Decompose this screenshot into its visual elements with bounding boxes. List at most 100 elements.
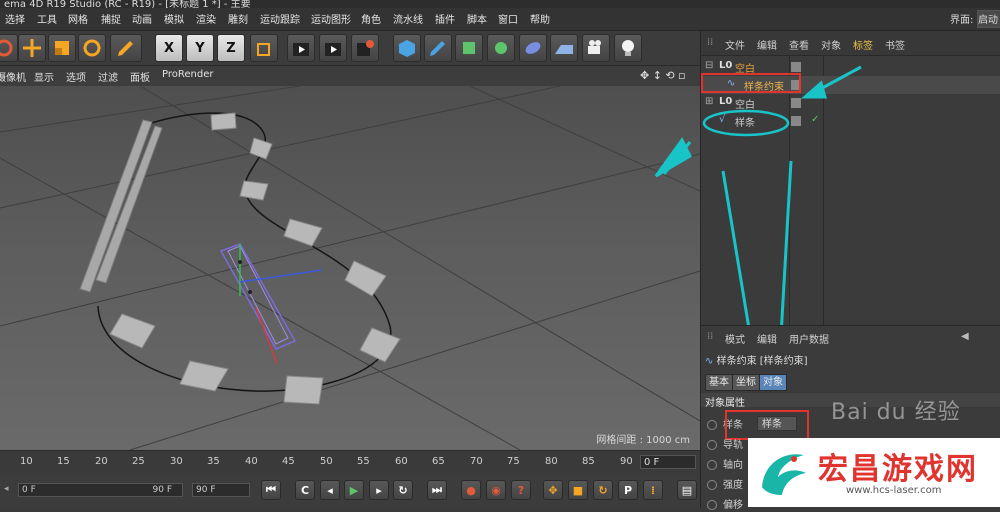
visibility-toggle-icon[interactable] (791, 98, 801, 108)
range-left-arrow-icon[interactable]: ◂ (4, 483, 12, 497)
timeline-tick: 90 (620, 456, 633, 467)
menu-window[interactable]: 窗口 (498, 11, 518, 26)
highlight-box (701, 73, 801, 93)
autokey-button[interactable]: ◉ (486, 480, 506, 500)
current-frame-field[interactable]: 0 F (640, 455, 696, 469)
viewport-menu-panel[interactable]: 面板 (130, 69, 150, 84)
menu-snap[interactable]: 捕捉 (101, 11, 121, 26)
cube-button[interactable] (393, 34, 421, 62)
previous-frame-button[interactable]: ◂ (320, 480, 340, 500)
object-name[interactable]: 样条 (735, 114, 755, 129)
record-keys-button[interactable]: ● (461, 480, 481, 500)
layout-select[interactable]: 启动 (977, 10, 1000, 28)
next-frame-button[interactable]: ▸ (369, 480, 389, 500)
animate-radio[interactable] (707, 440, 717, 450)
viewport-navigation-icons[interactable]: ✥ ↕ ⟲ ▫ (640, 69, 686, 82)
object-row-spline[interactable]: √ 样条 ✓ (701, 112, 1000, 130)
go-to-end-button[interactable]: ⏭ (427, 480, 447, 500)
next-key-button[interactable]: ↻ (393, 480, 413, 500)
am-menu-mode[interactable]: 模式 (725, 331, 745, 346)
menu-script[interactable]: 脚本 (467, 11, 487, 26)
menu-pipeline[interactable]: 流水线 (393, 11, 423, 26)
viewport-menu-options[interactable]: 选项 (66, 69, 86, 84)
3d-viewport[interactable]: 网格间距 : 1000 cm (0, 86, 700, 450)
record-scale-button[interactable]: ■ (568, 480, 588, 500)
record-parameter-button[interactable]: P (618, 480, 638, 500)
animate-radio[interactable] (707, 480, 717, 490)
scale-button[interactable] (48, 34, 76, 62)
record-position-button[interactable]: ✥ (543, 480, 563, 500)
om-menu-file[interactable]: 文件 (725, 37, 745, 52)
move-button[interactable] (18, 34, 46, 62)
menu-select[interactable]: 选择 (5, 11, 25, 26)
om-menu-tags[interactable]: 标签 (853, 37, 873, 52)
recent-tool-button[interactable] (110, 34, 142, 62)
render-picture-viewer-button[interactable] (319, 34, 347, 62)
timeline-tick: 55 (357, 456, 370, 467)
om-menu-objects[interactable]: 对象 (821, 37, 841, 52)
rotate-button[interactable] (78, 34, 106, 62)
record-rotation-button[interactable]: ↻ (593, 480, 613, 500)
timeline-tick: 75 (507, 456, 520, 467)
menu-plugins[interactable]: 插件 (435, 11, 455, 26)
timeline-ruler[interactable]: 10 15 20 25 30 35 40 45 50 55 60 65 70 7… (0, 450, 700, 473)
camera-button[interactable] (582, 34, 610, 62)
visibility-toggle-icon[interactable] (791, 62, 801, 72)
pen-spline-button[interactable] (424, 34, 452, 62)
subdivision-button[interactable] (455, 34, 483, 62)
check-icon[interactable]: ✓ (811, 114, 819, 125)
menu-help[interactable]: 帮助 (530, 11, 550, 26)
viewport-menu-filter[interactable]: 过滤 (98, 69, 118, 84)
subtab-coord[interactable]: 坐标 (732, 374, 760, 391)
menu-animate[interactable]: 动画 (132, 11, 152, 26)
animate-radio[interactable] (707, 500, 717, 510)
render-settings-button[interactable] (351, 34, 379, 62)
live-select-button[interactable] (0, 34, 18, 62)
timeline-window-button[interactable]: ▤ (677, 480, 697, 500)
viewport-menu-camera[interactable]: 摄像机 (0, 69, 26, 84)
keyframe-selection-button[interactable]: ? (511, 480, 531, 500)
menu-sculpt[interactable]: 雕刻 (228, 11, 248, 26)
menu-mograph[interactable]: 运动图形 (311, 11, 351, 26)
prop-label: 偏移 (723, 500, 743, 511)
light-button[interactable] (614, 34, 642, 62)
render-view-button[interactable] (287, 34, 315, 62)
subtab-object[interactable]: 对象 (759, 374, 787, 391)
floor-button[interactable] (550, 34, 578, 62)
cloner-button[interactable] (487, 34, 515, 62)
om-menu-bookmarks[interactable]: 书签 (885, 37, 905, 52)
x-axis-button[interactable]: X (155, 34, 183, 62)
viewport-menu-prorender[interactable]: ProRender (162, 69, 213, 80)
menu-motion-tracker[interactable]: 运动跟踪 (260, 11, 300, 26)
record-point-level-button[interactable]: ⁞ (643, 480, 663, 500)
am-menu-edit[interactable]: 编辑 (757, 331, 777, 346)
animate-radio[interactable] (707, 420, 717, 430)
preview-range-slider[interactable]: 0 F 90 F (18, 483, 183, 497)
max-frame-field[interactable]: 90 F (192, 483, 250, 497)
animate-radio[interactable] (707, 460, 717, 470)
z-axis-button[interactable]: Z (217, 34, 245, 62)
expand-icon[interactable]: ⊟ (705, 60, 713, 71)
menu-mesh[interactable]: 网格 (68, 11, 88, 26)
menu-simulate[interactable]: 模拟 (164, 11, 184, 26)
play-button[interactable]: ▶ (344, 480, 364, 500)
om-menu-view[interactable]: 查看 (789, 37, 809, 52)
object-row-spline-constraint[interactable]: ∿ 样条约束 (701, 73, 1000, 94)
back-arrow-icon[interactable]: ◀ (961, 331, 969, 342)
deformer-button[interactable] (519, 34, 547, 62)
menu-tools[interactable]: 工具 (37, 11, 57, 26)
am-menu-user-data[interactable]: 用户数据 (789, 331, 829, 346)
go-to-start-button[interactable]: ⏮ (261, 480, 281, 500)
y-axis-button[interactable]: Y (186, 34, 214, 62)
menu-render[interactable]: 渲染 (196, 11, 216, 26)
visibility-toggle-icon[interactable] (791, 116, 801, 126)
coordinate-system-button[interactable] (250, 34, 278, 62)
subtab-basic[interactable]: 基本 (705, 374, 733, 391)
viewport-menu-display[interactable]: 显示 (34, 69, 54, 84)
menu-character[interactable]: 角色 (361, 11, 381, 26)
previous-key-button[interactable]: C (295, 480, 315, 500)
object-row-null-2[interactable]: ⊞ L0 空白 (701, 94, 1000, 112)
expand-icon[interactable]: ⊞ (705, 96, 713, 107)
object-name[interactable]: 空白 (735, 96, 755, 111)
om-menu-edit[interactable]: 编辑 (757, 37, 777, 52)
